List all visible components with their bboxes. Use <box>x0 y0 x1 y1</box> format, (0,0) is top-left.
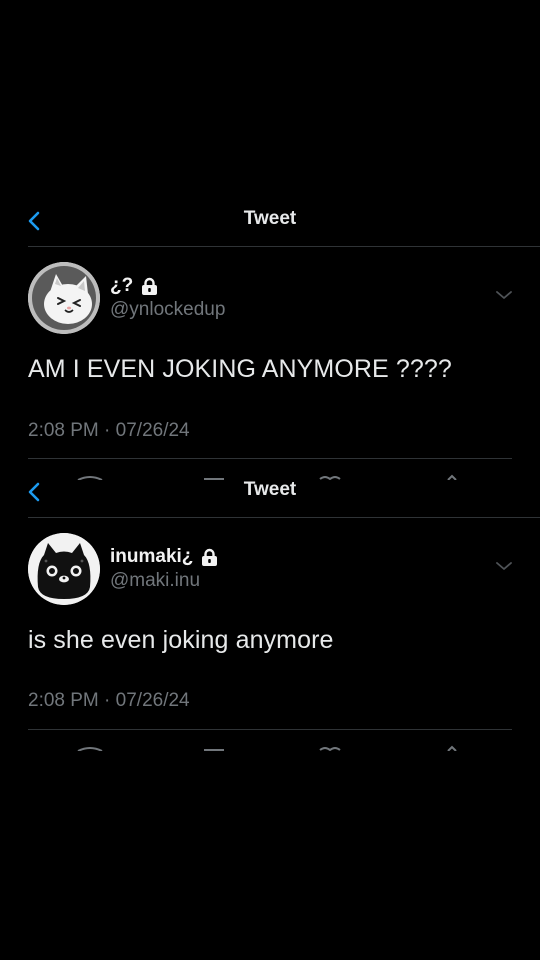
tweet-screenshot-2: Tweet inumaki¿ @maki.inu is she even jok… <box>0 471 540 751</box>
chevron-down-icon[interactable] <box>494 288 514 302</box>
page-title: Tweet <box>243 208 297 229</box>
top-bar: Tweet <box>0 471 540 518</box>
avatar[interactable] <box>28 533 100 605</box>
handle[interactable]: @maki.inu <box>110 570 218 592</box>
separator: · <box>104 420 111 441</box>
tweet-timestamp: 2:08 PM · 07/26/24 <box>28 420 190 442</box>
author-names: ¿? @ynlockedup <box>110 274 225 321</box>
display-name[interactable]: ¿? <box>110 274 225 298</box>
divider <box>28 729 512 730</box>
tweet-timestamp: 2:08 PM · 07/26/24 <box>28 690 190 712</box>
lock-icon <box>202 548 218 566</box>
author-row[interactable]: ¿? @ynlockedup <box>0 246 540 334</box>
lock-icon <box>142 277 158 295</box>
avatar[interactable] <box>28 262 100 334</box>
page-title: Tweet <box>243 479 297 500</box>
tweet-text: is she even joking anymore <box>28 626 334 654</box>
white-cat-avatar-icon <box>28 262 100 334</box>
display-name-text: ¿? <box>110 275 134 296</box>
time: 2:08 PM <box>28 690 99 711</box>
display-name-text: inumaki¿ <box>110 546 194 567</box>
author-row[interactable]: inumaki¿ @maki.inu <box>0 517 540 605</box>
date: 07/26/24 <box>115 690 190 711</box>
tweet-screenshot-1: Tweet ¿? @ynlockedup AM I EVEN JOKING AN… <box>0 200 540 480</box>
chevron-down-icon[interactable] <box>494 559 514 573</box>
handle[interactable]: @ynlockedup <box>110 299 225 321</box>
black-cat-avatar-icon <box>28 533 100 605</box>
display-name[interactable]: inumaki¿ <box>110 545 218 569</box>
author-names: inumaki¿ @maki.inu <box>110 545 218 592</box>
date: 07/26/24 <box>115 420 190 441</box>
time: 2:08 PM <box>28 420 99 441</box>
tweet-text: AM I EVEN JOKING ANYMORE ???? <box>28 355 452 383</box>
divider <box>28 458 512 459</box>
action-bar-peek <box>77 745 457 751</box>
separator: · <box>104 690 111 711</box>
top-bar: Tweet <box>0 200 540 247</box>
